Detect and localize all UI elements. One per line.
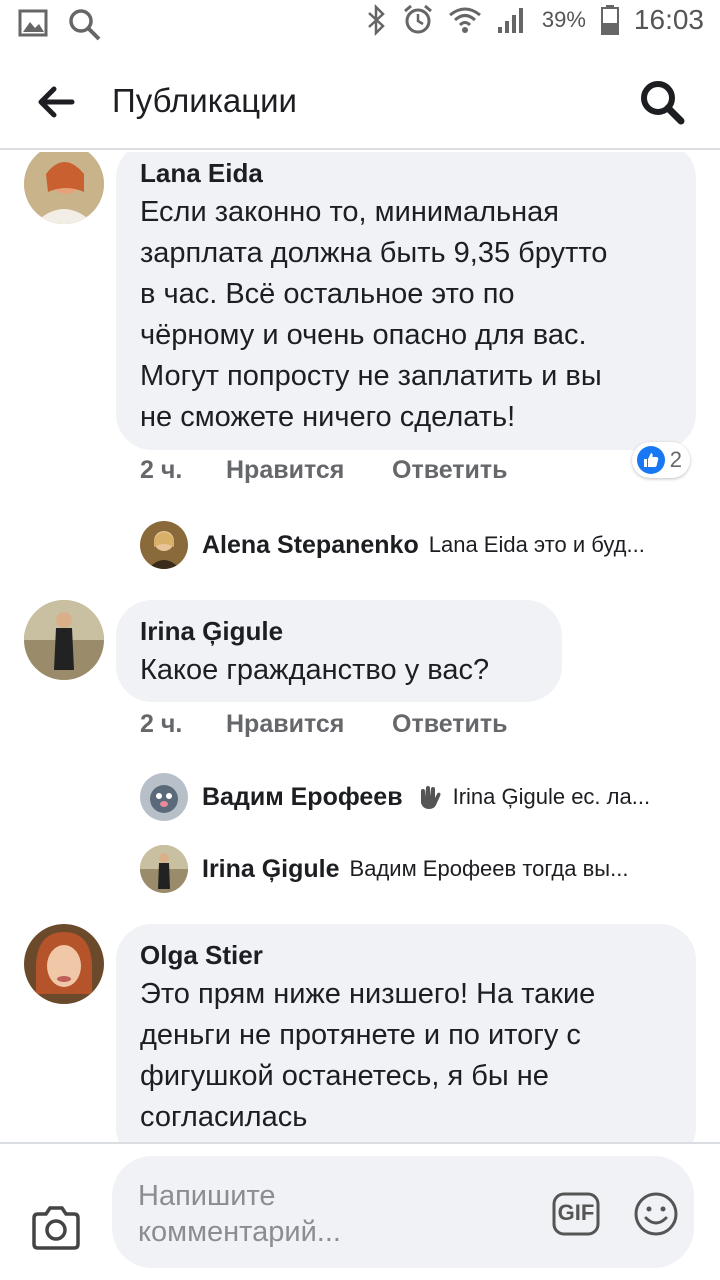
reply-author[interactable]: Irina Ģigule [202, 855, 340, 884]
avatar[interactable] [140, 521, 188, 569]
comment-time: 2 ч. [140, 456, 183, 484]
camera-icon[interactable] [30, 1204, 82, 1252]
search-icon[interactable] [638, 78, 686, 126]
comment-composer: Напишите комментарий... GIF [0, 1142, 720, 1280]
reaction-count-label: 2 [669, 447, 682, 472]
reply-text: Вадим Ерофеев тогда вы... [349, 856, 629, 881]
reply-author[interactable]: Вадим Ерофеев [202, 783, 403, 812]
status-bar: 39% 16:03 [0, 0, 720, 50]
avatar[interactable] [140, 845, 188, 893]
comment-text: Если законно то, минимальная зарплата до… [140, 196, 608, 433]
battery-icon [600, 5, 619, 35]
wave-hand-icon [420, 786, 441, 809]
comment-author[interactable]: Olga Stier [140, 940, 263, 971]
comment-text: Это прям ниже низшего! На такие деньги н… [140, 978, 596, 1133]
comment-bubble[interactable]: Irina Ģigule Какое гражданство у вас? [116, 600, 562, 702]
arrow-left-icon[interactable] [34, 80, 78, 124]
reply-preview[interactable]: Alena Stepanenko Lana Eida это и буд... [140, 520, 700, 570]
reply-preview[interactable]: Irina Ģigule Вадим Ерофеев тогда вы... [140, 844, 700, 894]
comment-feed[interactable]: Lana Eida Если законно то, минимальная з… [0, 152, 720, 1142]
reply-button[interactable]: Ответить [392, 456, 508, 485]
wifi-icon [448, 7, 481, 33]
comment-bubble[interactable]: Lana Eida Если законно то, минимальная з… [116, 152, 696, 450]
gif-button[interactable]: GIF [552, 1192, 600, 1236]
gif-label: GIF [557, 1200, 595, 1225]
comment-bubble[interactable]: Olga Stier Это прям ниже низшего! На так… [116, 924, 696, 1142]
clock: 16:03 [633, 4, 704, 35]
battery-percent: 39% [541, 7, 586, 32]
reply-author[interactable]: Alena Stepanenko [202, 531, 419, 560]
gallery-icon [18, 9, 48, 37]
emoji-icon[interactable] [632, 1190, 680, 1238]
comment-input-placeholder: Напишите комментарий... [138, 1180, 341, 1248]
alarm-icon [403, 4, 432, 34]
like-reaction-icon [636, 446, 665, 474]
like-button[interactable]: Нравится [226, 456, 344, 485]
bluetooth-icon [368, 4, 385, 36]
comment-author[interactable]: Irina Ģigule [140, 616, 283, 647]
avatar[interactable] [24, 924, 104, 1004]
avatar[interactable] [140, 773, 188, 821]
comment-author[interactable]: Lana Eida [140, 158, 263, 189]
reply-button[interactable]: Ответить [392, 710, 508, 739]
comment-text: Какое гражданство у вас? [140, 654, 490, 686]
like-button[interactable]: Нравится [226, 710, 344, 739]
avatar[interactable] [24, 152, 104, 224]
reply-text: Irina Ģigule ес. ла... [452, 784, 651, 809]
search-icon [69, 9, 101, 41]
avatar[interactable] [24, 600, 104, 680]
reply-text: Lana Eida это и буд... [428, 532, 645, 557]
reaction-count[interactable]: 2 [631, 442, 690, 478]
signal-icon [497, 8, 523, 33]
page-title: Публикации [112, 82, 297, 119]
comment-input[interactable]: Напишите комментарий... GIF [112, 1156, 694, 1268]
reply-preview[interactable]: Вадим Ерофеев Irina Ģigule ес. ла... [140, 772, 700, 822]
comment-time: 2 ч. [140, 710, 183, 738]
app-bar: Публикации [0, 52, 720, 150]
